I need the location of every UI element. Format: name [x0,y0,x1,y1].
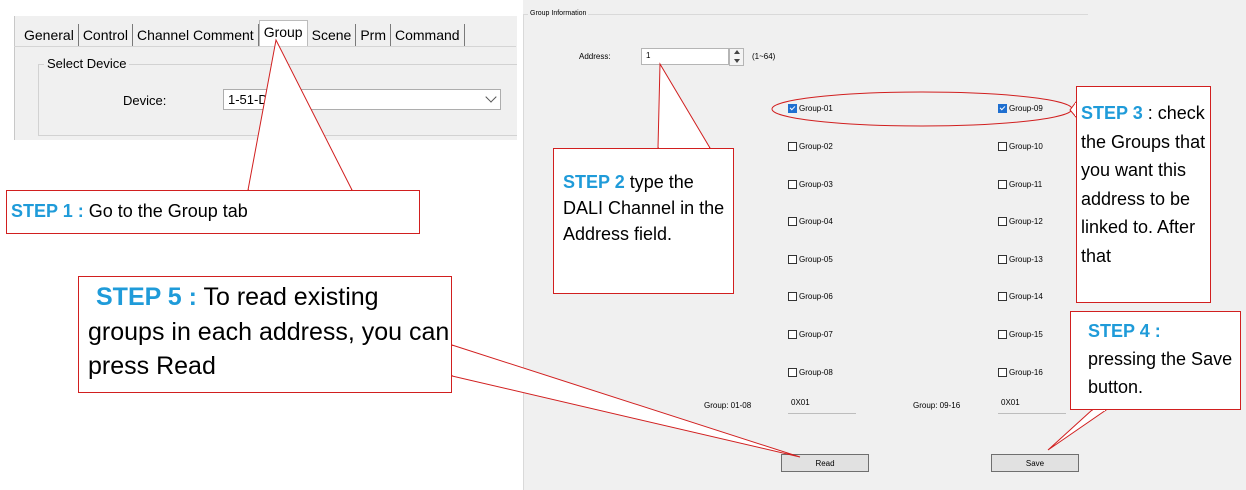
group-14-checkbox[interactable]: Group-14 [998,291,1043,301]
checkbox-box [788,179,797,189]
group-label: Group-03 [799,179,833,189]
group-label: Group-13 [1009,254,1043,264]
group-11-checkbox[interactable]: Group-11 [998,179,1042,189]
tab-prm[interactable]: Prm [356,24,391,46]
tab-divider [14,46,516,47]
checkbox-box [998,254,1007,264]
group-mask-09-16-field: 0X01 [998,396,1066,414]
group-07-checkbox[interactable]: Group-07 [788,329,833,339]
group-mask-01-08-label: Group: 01-08 [704,401,752,410]
tab-general[interactable]: General [20,24,79,46]
tab-command[interactable]: Command [390,24,465,46]
group-label: Group-16 [1009,367,1043,377]
checkbox-box [998,329,1007,339]
address-label: Address: [579,52,611,61]
tab-group[interactable]: Group [258,20,308,46]
group-information-title: Group Information [528,10,589,17]
address-value: 1 [646,51,651,60]
checkbox-box [998,141,1007,151]
group-label: Group-02 [799,141,833,151]
group-mask-value: 0X01 [791,398,810,407]
checkbox-box [788,216,797,226]
step1-text: Go to the Group tab [83,201,248,221]
save-button[interactable]: Save [991,454,1079,472]
device-label: Device: [123,93,167,108]
address-input[interactable]: 1 [641,48,729,65]
address-spinner[interactable] [729,48,744,66]
checkbox-box [998,291,1007,301]
group-label: Group-09 [1009,103,1043,113]
step5-label: STEP 5 : [96,283,197,311]
checkbox-box [788,329,797,339]
device-dropdown[interactable]: 1-51-DALI [223,89,501,110]
group-03-checkbox[interactable]: Group-03 [788,179,833,189]
group-label: Group-12 [1009,216,1043,226]
group-13-checkbox[interactable]: Group-13 [998,254,1043,264]
step4-label: STEP 4 : [1088,321,1161,341]
step5-callout: STEP 5 : To read existing groups in each… [78,276,452,393]
group-label: Group-04 [799,216,833,226]
group-label: Group-15 [1009,329,1043,339]
select-device-legend: Select Device [44,56,130,71]
checkbox-box [788,141,797,151]
group-label: Group-06 [799,291,833,301]
spin-up-icon[interactable] [734,50,740,54]
chevron-down-icon [485,91,497,103]
checkbox-box [788,103,797,113]
checkbox-box [788,254,797,264]
group-06-checkbox[interactable]: Group-06 [788,291,833,301]
group-label: Group-14 [1009,291,1043,301]
group-10-checkbox[interactable]: Group-10 [998,141,1043,151]
checkbox-box [998,367,1007,377]
tab-channel-comment[interactable]: Channel Comment [132,24,259,46]
step3-label: STEP 3 [1081,103,1143,123]
address-range: (1~64) [752,52,776,61]
step1-callout: STEP 1 : Go to the Group tab [6,190,420,234]
checkbox-box [788,367,797,377]
step4-text: pressing the Save button. [1088,349,1233,397]
device-value: 1-51-DALI [228,92,288,107]
step4-callout: STEP 4 : pressing the Save button. [1070,311,1241,410]
group-mask-09-16-label: Group: 09-16 [913,401,961,410]
group-12-checkbox[interactable]: Group-12 [998,216,1043,226]
group-02-checkbox[interactable]: Group-02 [788,141,833,151]
checkbox-box [788,291,797,301]
spin-down-icon[interactable] [734,59,740,63]
group-label: Group-01 [799,103,833,113]
step2-label: STEP 2 [563,172,625,192]
group-label: Group-11 [1009,179,1043,189]
step2-callout: STEP 2 type the DALI Channel in the Addr… [553,148,734,294]
group-08-checkbox[interactable]: Group-08 [788,367,833,377]
group-label: Group-08 [799,367,833,377]
group-01-checkbox[interactable]: Group-01 [788,103,833,113]
group-04-checkbox[interactable]: Group-04 [788,216,833,226]
tab-bar: General Control Channel Comment Group Sc… [20,20,465,46]
group-label: Group-10 [1009,141,1043,151]
read-button[interactable]: Read [781,454,869,472]
group-label: Group-05 [799,254,833,264]
checkbox-box [998,216,1007,226]
checkbox-box [998,103,1007,113]
group-mask-01-08-field: 0X01 [788,396,856,414]
group-15-checkbox[interactable]: Group-15 [998,329,1043,339]
group-label: Group-07 [799,329,833,339]
step3-callout: STEP 3 : check the Groups that you want … [1076,86,1211,303]
step1-label: STEP 1 : [11,201,84,221]
group-09-checkbox[interactable]: Group-09 [998,103,1043,113]
checkbox-box [998,179,1007,189]
group-05-checkbox[interactable]: Group-05 [788,254,833,264]
step3-text: : check the Groups that you want this ad… [1081,103,1206,266]
tab-control[interactable]: Control [78,24,133,46]
group-mask-value: 0X01 [1001,398,1020,407]
group-16-checkbox[interactable]: Group-16 [998,367,1043,377]
tab-scene[interactable]: Scene [307,24,357,46]
